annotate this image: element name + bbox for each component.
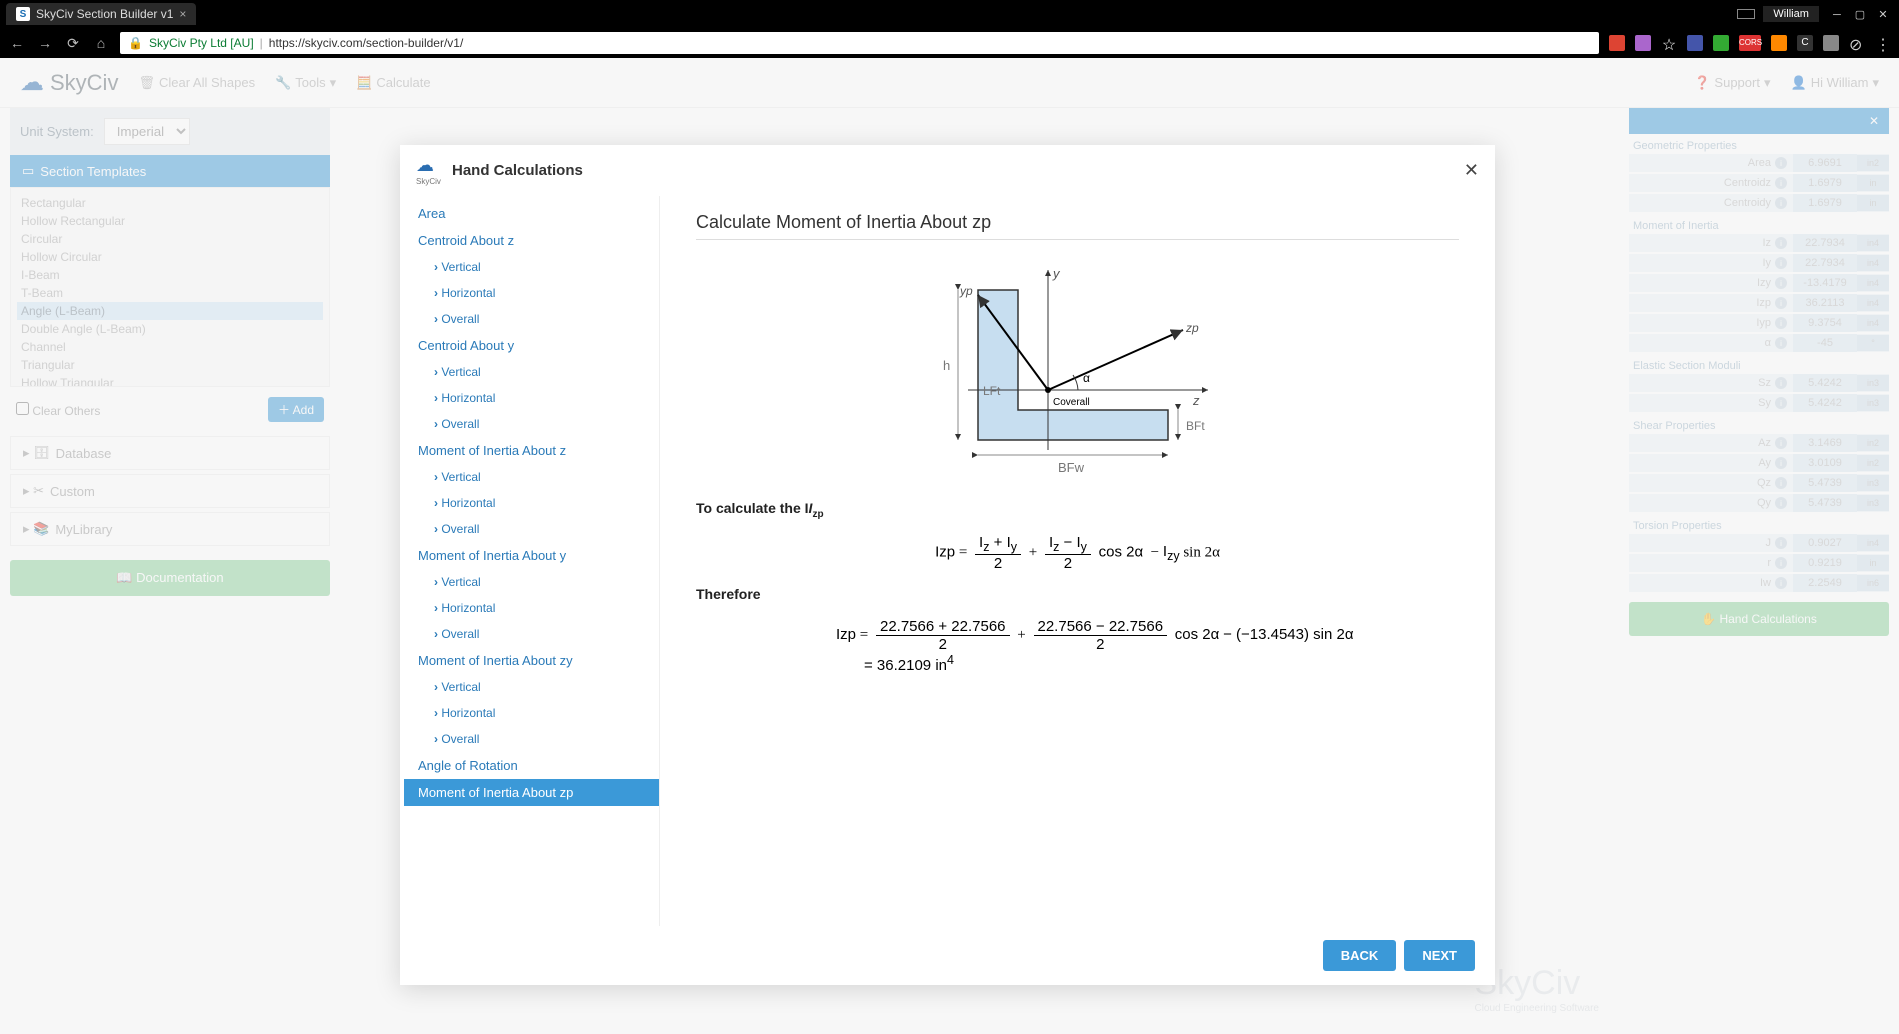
toc-subitem[interactable]: Overall xyxy=(404,621,659,647)
toc-subitem[interactable]: Vertical xyxy=(404,464,659,490)
svg-text:h: h xyxy=(943,358,950,373)
modal-content: Calculate Moment of Inertia About zp y xyxy=(660,196,1495,926)
svg-text:Coverall: Coverall xyxy=(1053,397,1090,408)
toc-item[interactable]: Moment of Inertia About z xyxy=(404,437,659,464)
svg-text:BFt: BFt xyxy=(1186,419,1205,433)
toc-subitem[interactable]: Horizontal xyxy=(404,595,659,621)
home-icon[interactable]: ⌂ xyxy=(92,35,110,51)
toc-item[interactable]: Moment of Inertia About zp xyxy=(404,779,659,806)
formula-numeric: Izp = 22.7566 + 22.75662 + 22.7566 − 22.… xyxy=(696,618,1459,675)
toc-item[interactable]: Moment of Inertia About y xyxy=(404,542,659,569)
toc-subitem[interactable]: Vertical xyxy=(404,674,659,700)
address-bar[interactable]: 🔒 SkyCiv Pty Ltd [AU] | https://skyciv.c… xyxy=(120,32,1599,54)
os-user-label: William xyxy=(1763,6,1818,22)
extension-icons[interactable]: ☆ CORS C ⊘ ⋮ xyxy=(1609,35,1891,51)
ext-icon-5 xyxy=(1771,35,1787,51)
ext-icon-3 xyxy=(1687,35,1703,51)
ext-icon-4 xyxy=(1713,35,1729,51)
toc-subitem[interactable]: Vertical xyxy=(404,359,659,385)
svg-text:yp: yp xyxy=(959,284,973,298)
favicon: S xyxy=(16,7,30,21)
toc-subitem[interactable]: Horizontal xyxy=(404,280,659,306)
toc-subitem[interactable]: Overall xyxy=(404,411,659,437)
reload-icon[interactable]: ⟳ xyxy=(64,35,82,52)
content-title: Calculate Moment of Inertia About zp xyxy=(696,212,1459,240)
svg-text:zp: zp xyxy=(1185,321,1199,335)
toc-subitem[interactable]: Horizontal xyxy=(404,385,659,411)
ext-icon-6 xyxy=(1823,35,1839,51)
toc-subitem[interactable]: Overall xyxy=(404,306,659,332)
svg-text:z: z xyxy=(1192,393,1200,408)
next-button[interactable]: NEXT xyxy=(1404,940,1475,971)
battery-icon xyxy=(1737,9,1755,19)
modal-logo-icon: ☁ xyxy=(416,155,444,177)
back-button[interactable]: BACK xyxy=(1323,940,1397,971)
ext-icon-2 xyxy=(1635,35,1651,51)
browser-toolbar: ← → ⟳ ⌂ 🔒 SkyCiv Pty Ltd [AU] | https://… xyxy=(0,28,1899,58)
toc-sidebar[interactable]: AreaCentroid About zVerticalHorizontalOv… xyxy=(400,196,660,926)
os-titlebar: S SkyCiv Section Builder v1 × William ─ … xyxy=(0,0,1899,28)
ext-badge: CORS xyxy=(1739,35,1761,51)
toc-subitem[interactable]: Horizontal xyxy=(404,700,659,726)
toc-subitem[interactable]: Vertical xyxy=(404,569,659,595)
hand-calculations-modal: ☁ SkyCiv Hand Calculations ✕ AreaCentroi… xyxy=(400,145,1495,985)
lock-icon: 🔒 xyxy=(128,36,143,50)
minimize-icon: ─ xyxy=(1827,9,1847,21)
toc-item[interactable]: Centroid About z xyxy=(404,227,659,254)
svg-text:LFt: LFt xyxy=(983,384,1001,398)
ext-icon-c: C xyxy=(1797,35,1813,51)
svg-text:y: y xyxy=(1052,266,1061,281)
svg-text:α: α xyxy=(1083,371,1090,385)
tab-close-icon[interactable]: × xyxy=(179,7,186,21)
modal-close-icon[interactable]: ✕ xyxy=(1464,160,1479,181)
modal-title: Hand Calculations xyxy=(452,162,583,179)
toc-item[interactable]: Angle of Rotation xyxy=(404,752,659,779)
toc-item[interactable]: Moment of Inertia About zy xyxy=(404,647,659,674)
toc-subitem[interactable]: Overall xyxy=(404,516,659,542)
intro-text: To calculate the IIzp xyxy=(696,500,1459,520)
browser-tab[interactable]: S SkyCiv Section Builder v1 × xyxy=(6,3,196,25)
toc-subitem[interactable]: Vertical xyxy=(404,254,659,280)
svg-text:BFw: BFw xyxy=(1058,460,1085,475)
therefore-text: Therefore xyxy=(696,586,1459,604)
maximize-icon: ▢ xyxy=(1850,8,1870,21)
toc-subitem[interactable]: Overall xyxy=(404,726,659,752)
back-icon[interactable]: ← xyxy=(8,35,26,51)
formula-general: Izp = Iz + Iy2 + Iz − Iy2 cos 2α − Izy s… xyxy=(696,534,1459,572)
secure-label: SkyCiv Pty Ltd [AU] xyxy=(149,36,254,50)
tab-title: SkyCiv Section Builder v1 xyxy=(36,7,173,21)
toc-subitem[interactable]: Horizontal xyxy=(404,490,659,516)
section-diagram: y z yp zp α Coverall xyxy=(868,260,1288,480)
ext-icon-1 xyxy=(1609,35,1625,51)
forward-icon[interactable]: → xyxy=(36,35,54,51)
window-buttons[interactable]: ─ ▢ ✕ xyxy=(1827,8,1893,21)
close-window-icon: ✕ xyxy=(1873,8,1893,21)
toc-item[interactable]: Area xyxy=(404,200,659,227)
url-text: https://skyciv.com/section-builder/v1/ xyxy=(269,36,464,50)
toc-item[interactable]: Centroid About y xyxy=(404,332,659,359)
